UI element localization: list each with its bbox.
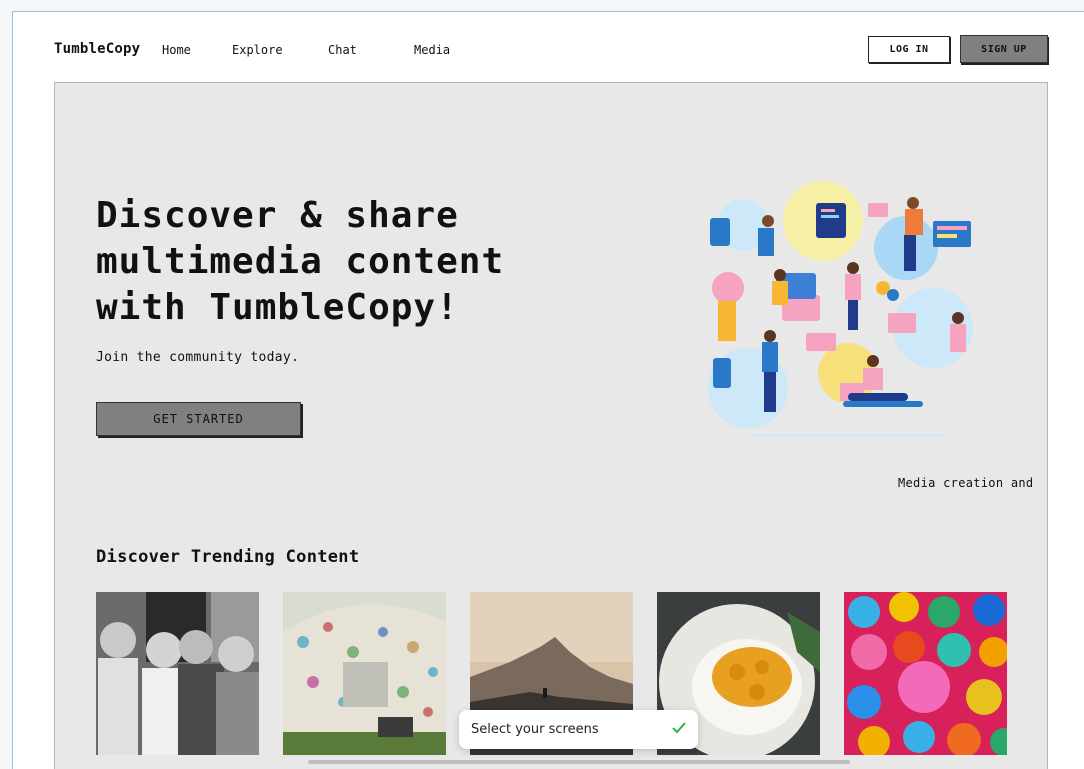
nav-chat[interactable]: Chat [328, 43, 357, 57]
colorful-yarn-balls-photo [844, 592, 1007, 755]
get-started-button[interactable]: GET STARTED [96, 402, 301, 436]
group-of-smiling-women-photo [96, 592, 259, 755]
nav-media[interactable]: Media [414, 43, 450, 57]
trending-card-group-photo[interactable] [96, 592, 259, 755]
handprint-painted-wall-photo [283, 592, 446, 755]
signup-button[interactable]: SIGN UP [960, 35, 1048, 63]
checkmark-icon [672, 721, 686, 738]
login-button[interactable]: LOG IN [868, 36, 950, 63]
hero-subtitle: Join the community today. [96, 350, 300, 365]
hero-section: Discover & share multimedia content with… [54, 82, 1048, 769]
trending-card-yarn[interactable] [844, 592, 1007, 755]
people-media-collage-illustration [708, 181, 973, 436]
media-caption: Media creation and [898, 476, 1034, 490]
hero-headline: Discover & share multimedia content with… [96, 195, 505, 328]
trending-title: Discover Trending Content [96, 547, 360, 567]
brand-logo[interactable]: TumbleCopy [54, 41, 140, 57]
nav-home[interactable]: Home [162, 43, 191, 57]
toast-label: Select your screens [471, 722, 599, 737]
browser-frame: TumbleCopy Home Explore Chat Media LOG I… [12, 11, 1084, 769]
select-screens-toast[interactable]: Select your screens [459, 710, 698, 749]
nav-explore[interactable]: Explore [232, 43, 283, 57]
horizontal-scrollbar[interactable] [308, 760, 850, 764]
trending-card-handprint-wall[interactable] [283, 592, 446, 755]
